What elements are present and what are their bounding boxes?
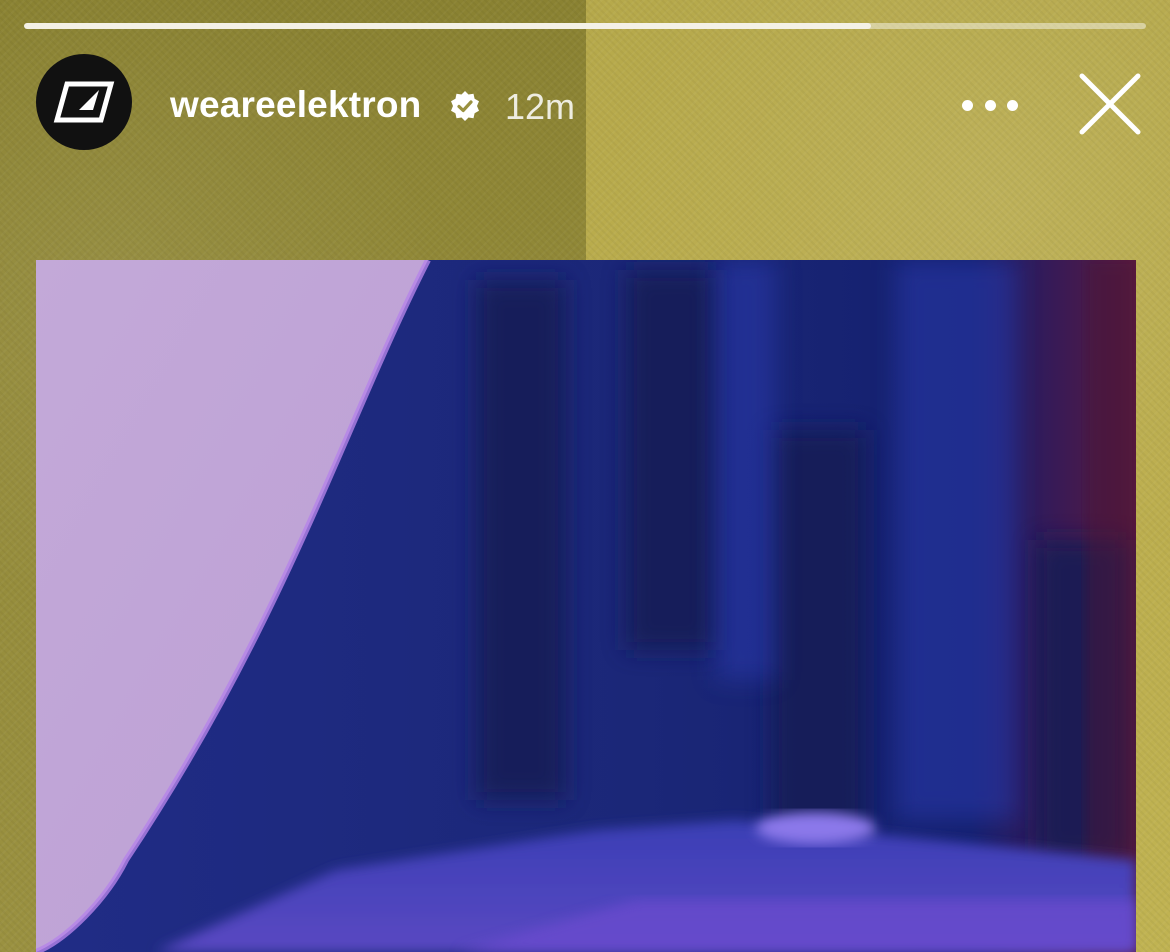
story-progress-bar xyxy=(24,23,1146,29)
close-icon[interactable] xyxy=(1076,72,1144,138)
username[interactable]: weareelektron xyxy=(170,84,421,126)
more-horizontal-icon xyxy=(962,99,973,111)
avatar[interactable] xyxy=(36,54,132,150)
verified-badge-icon xyxy=(451,91,479,121)
story-image xyxy=(36,260,1136,952)
elektron-logo-icon xyxy=(53,81,115,123)
more-horizontal-icon-dot xyxy=(984,99,996,111)
more-options-button[interactable] xyxy=(962,92,1018,118)
post-timestamp: 12m xyxy=(505,86,576,127)
more-horizontal-icon-dot xyxy=(1007,99,1018,111)
story-media[interactable] xyxy=(36,260,1136,952)
story-progress-fill xyxy=(24,23,872,29)
